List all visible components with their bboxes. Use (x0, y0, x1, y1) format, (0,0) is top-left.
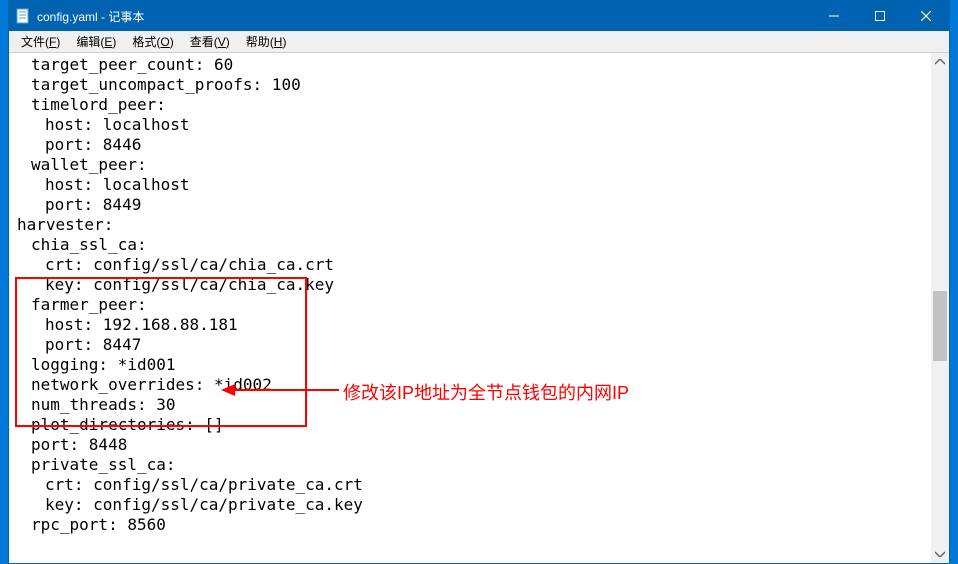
text-line[interactable]: key: config/ssl/ca/chia_ca.key (17, 275, 927, 295)
text-line[interactable]: port: 8449 (17, 195, 927, 215)
scroll-thumb[interactable] (933, 291, 947, 361)
text-line[interactable]: wallet_peer: (17, 155, 927, 175)
scroll-down-button[interactable] (931, 545, 949, 563)
text-line[interactable]: target_uncompact_proofs: 100 (17, 75, 927, 95)
text-line[interactable]: key: config/ssl/ca/private_ca.key (17, 495, 927, 515)
text-line[interactable]: host: 192.168.88.181 (17, 315, 927, 335)
text-line[interactable]: crt: config/ssl/ca/chia_ca.crt (17, 255, 927, 275)
text-line[interactable]: harvester: (17, 215, 927, 235)
text-content[interactable]: target_peer_count: 60target_uncompact_pr… (9, 53, 931, 563)
menu-bar: 文件(F) 编辑(E) 格式(O) 查看(V) 帮助(H) (9, 31, 949, 53)
window-title: config.yaml - 记事本 (37, 8, 144, 25)
text-line[interactable]: port: 8448 (17, 435, 927, 455)
text-line[interactable]: network_overrides: *id002 (17, 375, 927, 395)
close-button[interactable] (903, 1, 949, 31)
title-bar[interactable]: config.yaml - 记事本 (9, 1, 949, 31)
menu-file[interactable]: 文件(F) (13, 31, 68, 52)
text-line[interactable]: host: localhost (17, 175, 927, 195)
text-line[interactable]: port: 8447 (17, 335, 927, 355)
text-line[interactable]: plot_directories: [] (17, 415, 927, 435)
text-line[interactable]: chia_ssl_ca: (17, 235, 927, 255)
scroll-track[interactable] (931, 71, 949, 545)
notepad-window: config.yaml - 记事本 文件(F) 编辑(E) 格式(O) 查看(V… (8, 0, 950, 564)
menu-edit[interactable]: 编辑(E) (68, 31, 124, 52)
text-line[interactable]: timelord_peer: (17, 95, 927, 115)
text-line[interactable]: crt: config/ssl/ca/private_ca.crt (17, 475, 927, 495)
menu-help[interactable]: 帮助(H) (238, 31, 295, 52)
maximize-button[interactable] (857, 1, 903, 31)
vertical-scrollbar[interactable] (931, 53, 949, 563)
text-line[interactable]: port: 8446 (17, 135, 927, 155)
client-area: target_peer_count: 60target_uncompact_pr… (9, 53, 949, 563)
text-line[interactable]: num_threads: 30 (17, 395, 927, 415)
minimize-button[interactable] (811, 1, 857, 31)
text-line[interactable]: target_peer_count: 60 (17, 55, 927, 75)
scroll-up-button[interactable] (931, 53, 949, 71)
text-line[interactable]: private_ssl_ca: (17, 455, 927, 475)
notepad-icon (15, 8, 31, 24)
menu-view[interactable]: 查看(V) (182, 31, 238, 52)
text-line[interactable]: host: localhost (17, 115, 927, 135)
menu-format[interactable]: 格式(O) (124, 31, 181, 52)
text-line[interactable]: logging: *id001 (17, 355, 927, 375)
text-line[interactable]: rpc_port: 8560 (17, 515, 927, 535)
text-line[interactable]: farmer_peer: (17, 295, 927, 315)
